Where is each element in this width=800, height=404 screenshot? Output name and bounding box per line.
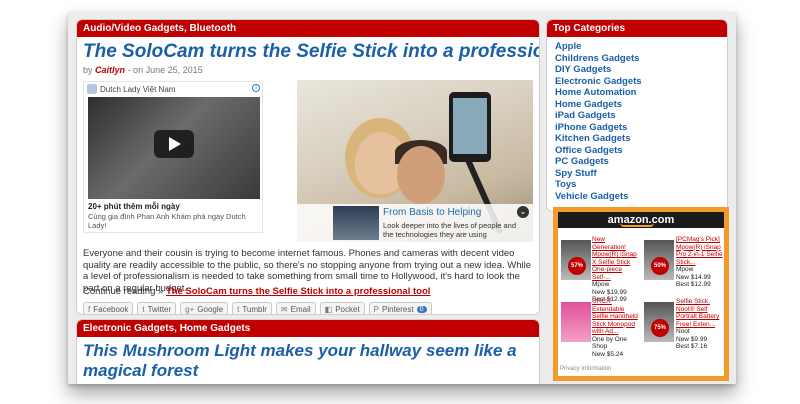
continue-reading: Continue reading » The SoloCam turns the… xyxy=(83,286,430,297)
chevron-down-icon[interactable]: ⌄ xyxy=(517,206,529,218)
byline-by: by xyxy=(83,65,93,75)
share-label: Pocket xyxy=(335,304,360,314)
category-link[interactable]: Office Gadgets xyxy=(555,145,727,157)
product-maker: Mpow xyxy=(592,281,610,288)
overlay-description: Look deeper into the lives of people and… xyxy=(383,221,517,239)
category-link[interactable]: Kitchen Gadgets xyxy=(555,133,727,145)
article-card: Electronic Gadgets, Home Gadgets This Mu… xyxy=(76,319,540,384)
video-ad[interactable]: Dutch Lady Việt Nam i 20+ phút thêm mỗi … xyxy=(83,81,263,233)
pocket-icon: ◧ xyxy=(324,304,333,314)
share-facebook-button[interactable]: f Facebook xyxy=(83,302,134,314)
product-title[interactable]: [PCMag's Pick] Mpow(R) iSnap Pro 2-in-1 … xyxy=(676,236,724,266)
ad-description: Cùng gia đình Phan Anh Khám phá ngay Dut… xyxy=(88,212,246,230)
email-icon: ✉ xyxy=(280,304,288,314)
category-link[interactable]: DIY Gadgets xyxy=(555,64,727,76)
product-listing[interactable]: URCIT Extendable Selfie Handheld Stick M… xyxy=(592,298,640,358)
share-label: Email xyxy=(290,304,311,314)
tumblr-icon: t xyxy=(237,304,240,314)
category-link[interactable]: PC Gadgets xyxy=(555,156,727,168)
article-card: Audio/Video Gadgets, Bluetooth The SoloC… xyxy=(76,19,540,315)
related-overlay[interactable]: From Basis to Helping Look deeper into t… xyxy=(297,204,533,242)
category-link[interactable]: Home Automation xyxy=(555,87,727,99)
share-label: Pinterest xyxy=(382,304,414,314)
share-label: Google xyxy=(197,304,224,314)
sidebar-title: Top Categories xyxy=(547,20,727,37)
ad-info-icon[interactable]: i xyxy=(252,84,260,92)
product-maker: Noot xyxy=(676,328,690,335)
discount-badge: 75% off xyxy=(651,319,669,349)
category-link[interactable]: Home Gadgets xyxy=(555,99,727,111)
advertiser-name: Dutch Lady Việt Nam xyxy=(100,84,176,94)
article-category-bar: Audio/Video Gadgets, Bluetooth xyxy=(77,20,539,37)
share-twitter-button[interactable]: t Twitter xyxy=(137,302,177,314)
product-new-price: New $5.24 xyxy=(592,350,624,358)
product-maker: One by One Shop xyxy=(592,335,628,351)
post-date: - on June 25, 2015 xyxy=(127,65,203,75)
facebook-icon: f xyxy=(88,304,91,314)
discount-badge: 57% off xyxy=(568,257,586,287)
product-best-price: Best $7.16 xyxy=(676,343,708,350)
category-list: Apple Childrens Gadgets DIY Gadgets Elec… xyxy=(547,37,727,202)
product-best-price: Best $12.99 xyxy=(676,281,711,288)
article-category-link[interactable]: Electronic Gadgets, Home Gadgets xyxy=(83,323,250,334)
discount-badge: 50% off xyxy=(651,257,669,287)
pinterest-icon: P xyxy=(373,304,380,314)
share-email-button[interactable]: ✉ Email xyxy=(275,302,316,314)
product-new-price: New $14.99 xyxy=(676,273,711,281)
category-link[interactable]: iPhone Gadgets xyxy=(555,122,727,134)
amazon-smile-icon xyxy=(620,223,654,227)
category-link[interactable]: iPad Gadgets xyxy=(555,110,727,122)
category-link[interactable]: Apple xyxy=(555,41,727,53)
advertiser-logo-icon xyxy=(87,84,97,94)
play-icon[interactable] xyxy=(154,130,194,158)
share-label: Twitter xyxy=(147,304,172,314)
byline: by Caitlyn - on June 25, 2015 xyxy=(77,62,539,78)
share-label: Facebook xyxy=(93,304,129,314)
product-title[interactable]: Selfie Stick, Noot® Self Portrait Batter… xyxy=(676,298,724,328)
top-categories-widget: Top Categories Apple Childrens Gadgets D… xyxy=(546,19,728,212)
article-category-bar: Electronic Gadgets, Home Gadgets xyxy=(77,320,539,337)
category-link[interactable]: Childrens Gadgets xyxy=(555,53,727,65)
category-link[interactable]: Spy Stuff xyxy=(555,168,727,180)
category-link[interactable]: Vehicle Gadgets xyxy=(555,191,727,203)
category-link[interactable]: Electronic Gadgets xyxy=(555,76,727,88)
product-title[interactable]: New Generation! Mpow(R) iSnap X Selfie S… xyxy=(592,236,640,281)
article-title[interactable]: The SoloCam turns the Selfie Stick into … xyxy=(77,37,539,62)
share-pocket-button[interactable]: ◧ Pocket xyxy=(319,302,365,314)
share-google-button[interactable]: g+ Google xyxy=(180,302,229,314)
author-link[interactable]: Caitlyn xyxy=(95,65,125,75)
product-new-price: New $9.99 xyxy=(676,335,708,343)
overlay-title[interactable]: From Basis to Helping xyxy=(383,207,481,218)
share-pinterest-button[interactable]: P Pinterest 0 xyxy=(368,302,432,314)
man-face-shape xyxy=(397,146,445,204)
category-link[interactable]: Toys xyxy=(555,179,727,191)
privacy-information-link[interactable]: Privacy Information xyxy=(560,366,611,372)
product-maker: Mpow xyxy=(676,266,694,273)
continue-prefix: Continue reading » xyxy=(83,286,164,297)
share-count-badge: 0 xyxy=(416,305,427,313)
phone-screen-shape xyxy=(453,98,487,154)
product-image[interactable] xyxy=(561,302,591,342)
google-plus-icon: g+ xyxy=(185,304,195,314)
share-tumblr-button[interactable]: t Tumblr xyxy=(232,302,272,314)
product-listing[interactable]: New Generation! Mpow(R) iSnap X Selfie S… xyxy=(592,236,640,304)
overlay-thumbnail xyxy=(333,206,379,240)
ad-video-player[interactable] xyxy=(88,97,260,199)
ad-header: Dutch Lady Việt Nam xyxy=(84,82,262,96)
ad-title[interactable]: 20+ phút thêm mỗi ngày xyxy=(88,202,180,211)
share-buttons: f Facebook t Twitter g+ Google t Tumblr … xyxy=(83,302,432,314)
article-title[interactable]: This Mushroom Light makes your hallway s… xyxy=(77,337,539,381)
twitter-icon: t xyxy=(142,304,145,314)
continue-reading-link[interactable]: The SoloCam turns the Selfie Stick into … xyxy=(166,286,430,297)
article-category-link[interactable]: Audio/Video Gadgets, Bluetooth xyxy=(83,23,236,34)
product-new-price: New $19.99 xyxy=(592,288,627,296)
screenshot-frame: Audio/Video Gadgets, Bluetooth The SoloC… xyxy=(68,12,736,384)
product-listing[interactable]: [PCMag's Pick] Mpow(R) iSnap Pro 2-in-1 … xyxy=(676,236,724,289)
article-hero-image[interactable]: From Basis to Helping Look deeper into t… xyxy=(297,80,533,242)
share-label: Tumblr xyxy=(242,304,267,314)
amazon-ad-widget[interactable]: amazon.com 57% off New Generation! Mpow(… xyxy=(553,207,729,381)
product-title[interactable]: URCIT Extendable Selfie Handheld Stick M… xyxy=(592,298,640,336)
product-listing[interactable]: Selfie Stick, Noot® Self Portrait Batter… xyxy=(676,298,724,351)
